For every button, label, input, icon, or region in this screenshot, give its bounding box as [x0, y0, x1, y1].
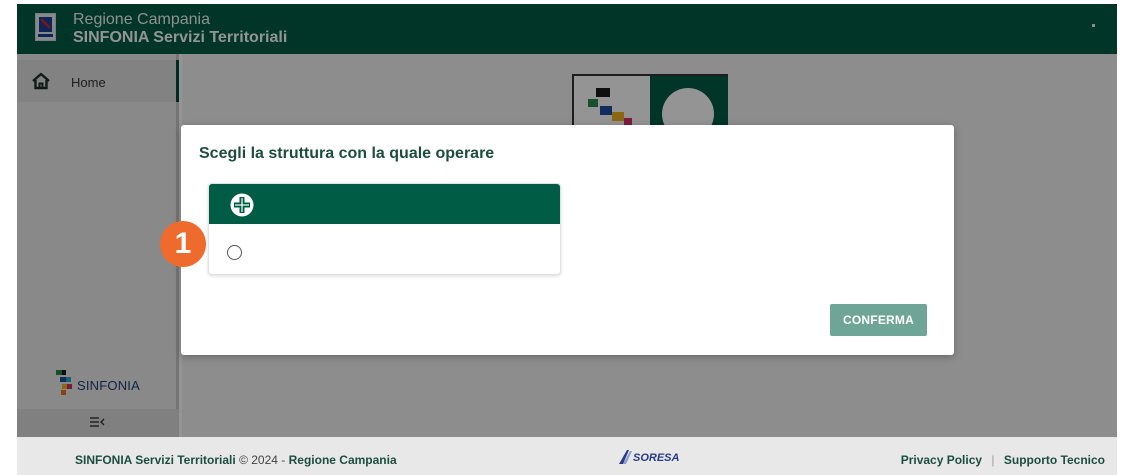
- footer-copyright: © 2024 -: [239, 453, 286, 467]
- footer-separator: |: [991, 453, 995, 467]
- soresa-logo: SORESA: [619, 450, 680, 464]
- structure-card[interactable]: [208, 183, 561, 275]
- app-frame: Regione Campania SINFONIA Servizi Territ…: [0, 0, 1125, 475]
- structure-selection-dialog: Scegli la struttura con la quale operare…: [181, 125, 954, 355]
- footer-links: Privacy Policy | Supporto Tecnico: [901, 453, 1105, 467]
- dialog-title: Scegli la struttura con la quale operare: [199, 145, 495, 162]
- structure-card-header: [209, 184, 560, 224]
- confirm-button[interactable]: CONFERMA: [830, 304, 927, 336]
- footer-credits: SINFONIA Servizi Territoriali © 2024 - R…: [75, 453, 397, 467]
- svg-text:SORESA: SORESA: [633, 452, 680, 464]
- footer: SINFONIA Servizi Territoriali © 2024 - R…: [17, 437, 1117, 475]
- health-cross-icon: [230, 193, 254, 217]
- privacy-policy-link[interactable]: Privacy Policy: [901, 453, 982, 467]
- footer-app-name: SINFONIA Servizi Territoriali: [75, 453, 236, 467]
- structure-radio[interactable]: [227, 245, 242, 260]
- footer-org-link[interactable]: Regione Campania: [289, 453, 397, 467]
- step-badge: 1: [160, 221, 206, 267]
- support-link[interactable]: Supporto Tecnico: [1004, 453, 1105, 467]
